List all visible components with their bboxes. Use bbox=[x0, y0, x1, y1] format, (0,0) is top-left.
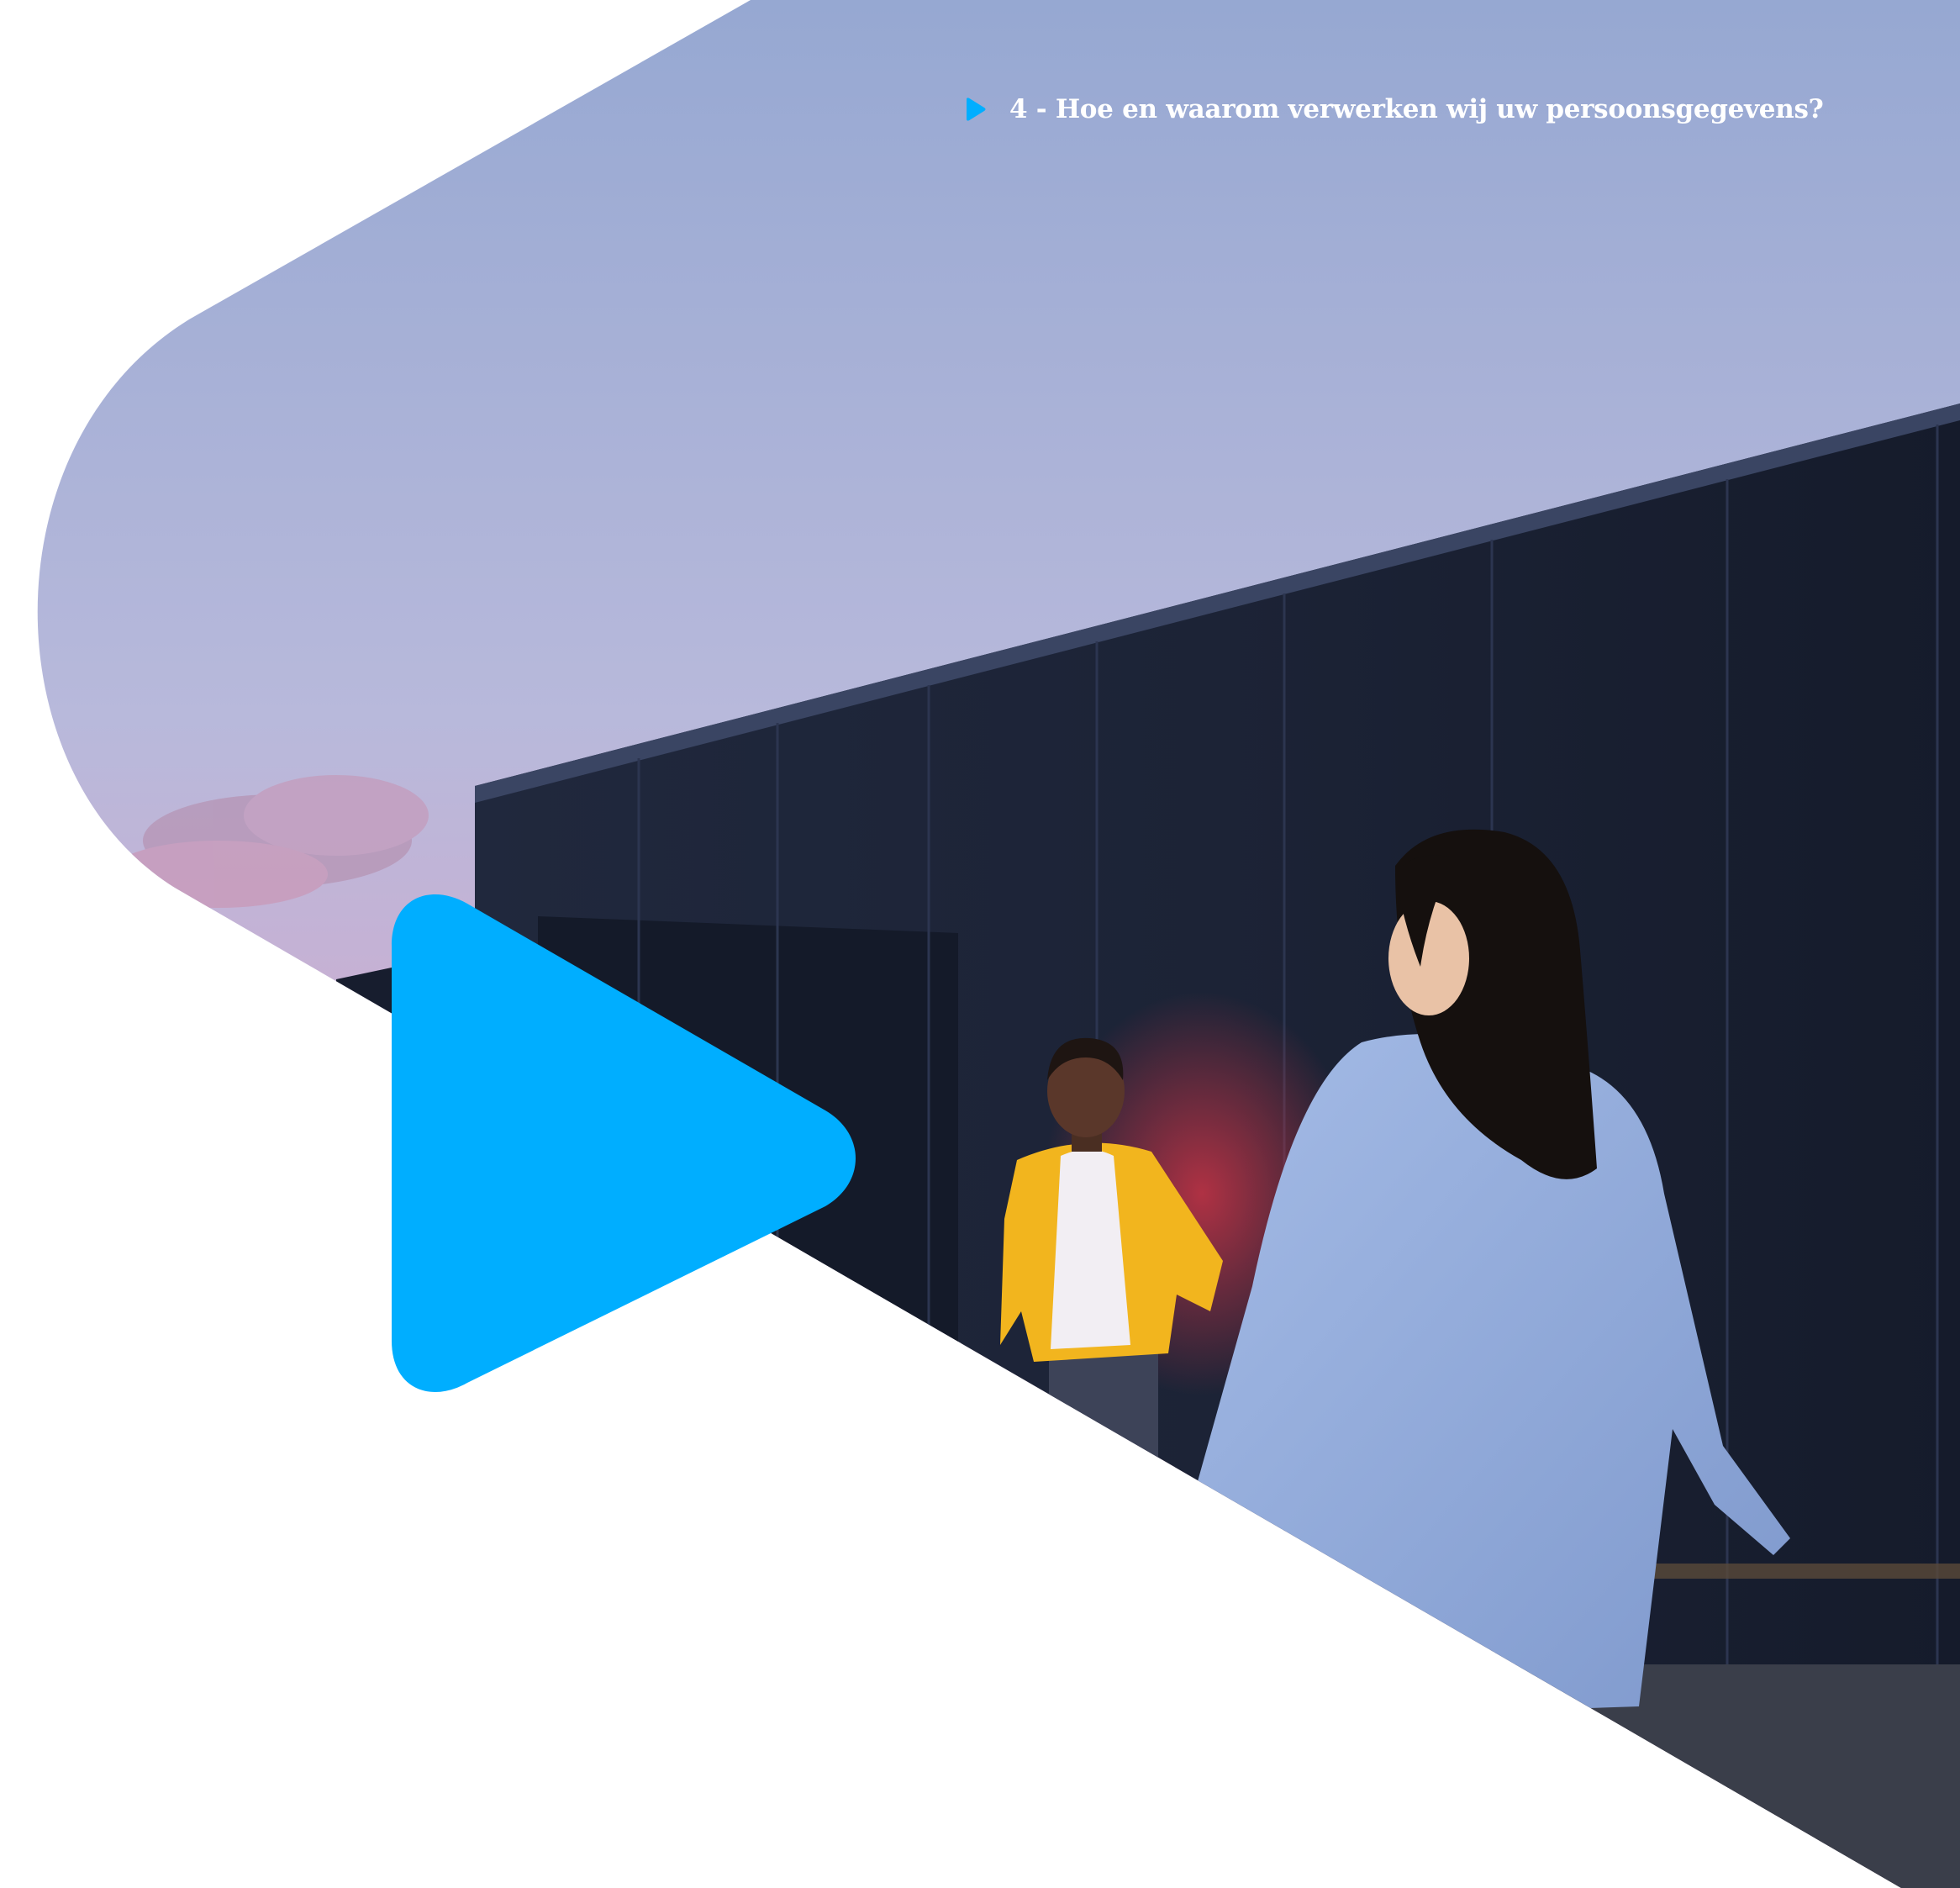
cover-artwork bbox=[37, 0, 1960, 1888]
section-heading-text: 4 - Hoe en waarom verwerken wij uw perso… bbox=[1009, 94, 1824, 124]
hero-photo bbox=[37, 0, 1960, 1888]
section-heading: 4 - Hoe en waarom verwerken wij uw perso… bbox=[964, 94, 1824, 124]
play-triangle-icon bbox=[967, 98, 986, 121]
